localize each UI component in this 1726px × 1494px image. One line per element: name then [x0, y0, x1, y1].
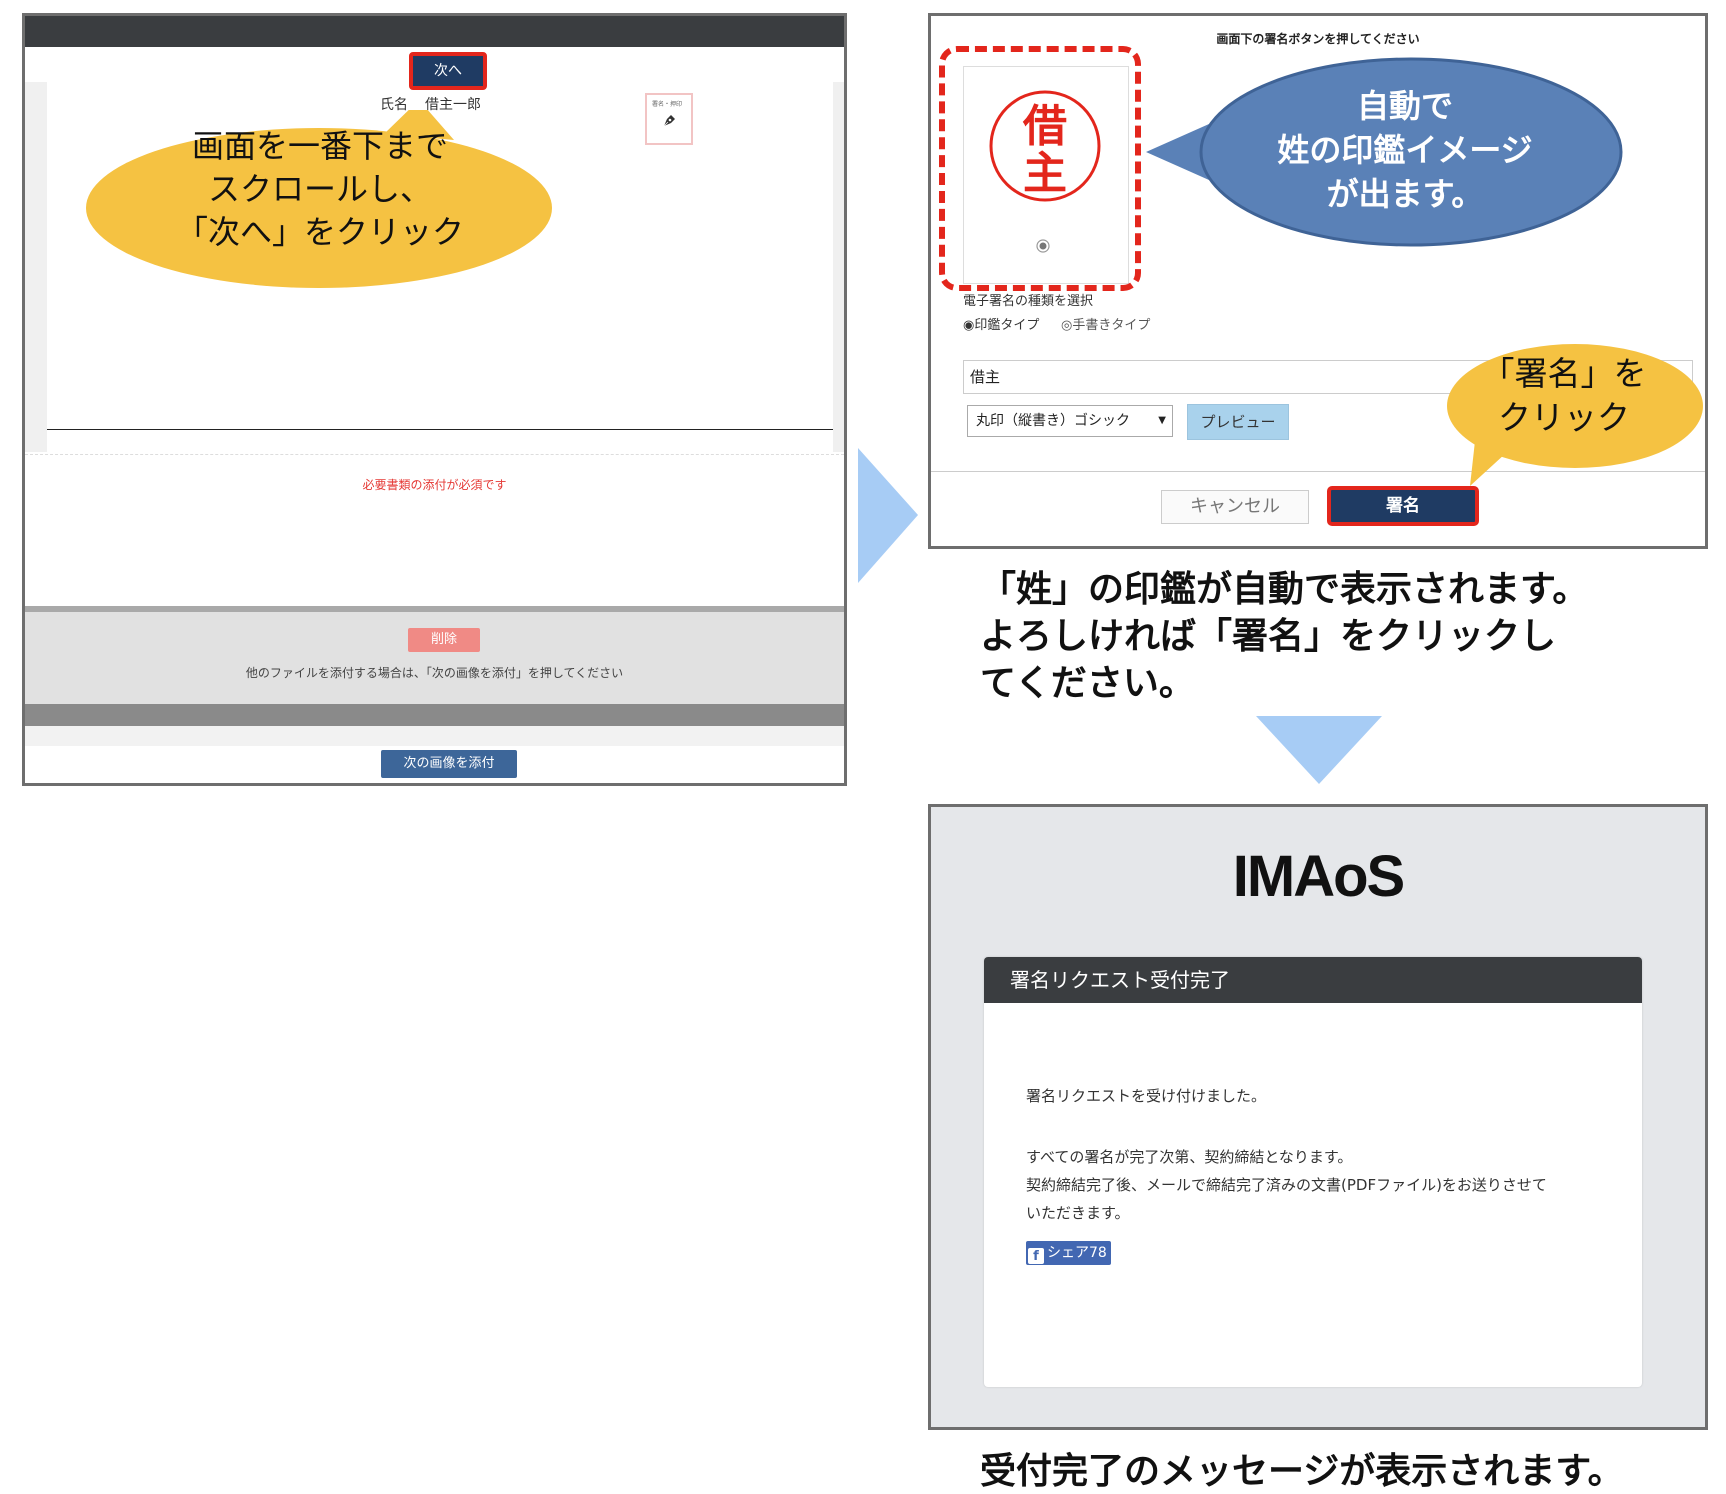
callout-line: 画面を一番下まで [191, 127, 448, 165]
stamp-highlight-frame [939, 46, 1141, 291]
callout-line: 自動で [1356, 87, 1453, 125]
left-margin [25, 82, 47, 452]
arrow-right-icon [858, 448, 918, 583]
callout-line: が出ます。 [1326, 175, 1484, 213]
sign-button[interactable]: 署名 [1327, 486, 1479, 526]
callout-line: クリック [1498, 398, 1630, 437]
dashed-divider [25, 454, 844, 455]
auto-stamp-callout-text: 自動で 姓の印鑑イメージ が出ます。 [1220, 84, 1590, 216]
attach-hint: 他のファイルを添付する場合は、「次の画像を添付」を押してください [245, 666, 624, 680]
facebook-share-button[interactable]: f シェア78 [1026, 1241, 1111, 1265]
signature-box[interactable]: 署名・押印 [645, 93, 693, 145]
click-sign-callout-text: 「署名」を クリック [1444, 352, 1684, 440]
dropdown-arrow-icon: ▼ [1158, 415, 1166, 426]
share-count: 78 [1089, 1245, 1107, 1261]
callout-line: 姓の印鑑イメージ [1277, 131, 1533, 169]
dialog-title: 画面下の署名ボタンを押してください [1216, 32, 1420, 46]
signature-box-label: 署名・押印 [652, 101, 683, 108]
pen-icon [663, 115, 675, 127]
stamp-font-select[interactable]: 丸印（縦書き）ゴシック ▼ [967, 405, 1173, 437]
stamp-type-option[interactable]: ◉印鑑タイプ [963, 314, 1039, 333]
callout-line: スクロールし、 [207, 170, 432, 208]
right-margin [833, 82, 844, 452]
card-title: 署名リクエスト受付完了 [984, 957, 1642, 1003]
attach-next-image-button[interactable]: 次の画像を添付 [381, 750, 517, 778]
message-line: 契約締結完了後、メールで締結完了済みの文書(PDFファイル)をお送りさせて [1026, 1176, 1547, 1194]
imaos-logo: IMAoS [1232, 844, 1405, 909]
contract-message: すべての署名が完了次第、契約締結となります。 契約締結完了後、メールで締結完了済… [1026, 1143, 1616, 1227]
message-line: すべての署名が完了次第、契約締結となります。 [1026, 1148, 1353, 1166]
message-line: いただきます。 [1026, 1204, 1130, 1222]
scroll-instruction-text: 画面を一番下まで スクロールし、 「次へ」をクリック [140, 125, 500, 254]
section-spacer [25, 726, 844, 746]
stamp-caption: 「姓」の印鑑が自動で表示されます。 よろしければ「署名」をクリックし てください… [980, 566, 1700, 707]
section-separator-dark [25, 704, 844, 726]
completion-screen-panel: IMAoS 署名リクエスト受付完了 署名リクエストを受け付けました。 すべての署… [928, 804, 1708, 1430]
top-bar [25, 16, 844, 47]
signature-type-label: 電子署名の種類を選択 [963, 294, 1094, 309]
caption-line: てください。 [980, 663, 1195, 704]
delete-button[interactable]: 削除 [408, 628, 480, 652]
received-message: 署名リクエストを受け付けました。 [1026, 1087, 1267, 1105]
facebook-icon: f [1028, 1248, 1044, 1264]
preview-button[interactable]: プレビュー [1187, 404, 1289, 440]
completion-card: 署名リクエスト受付完了 署名リクエストを受け付けました。 すべての署名が完了次第… [984, 957, 1642, 1387]
next-button[interactable]: 次へ [409, 52, 487, 90]
callout-line: 「署名」を [1481, 354, 1647, 393]
signature-line [47, 429, 833, 430]
arrow-down-icon [1256, 716, 1382, 784]
caption-line: よろしければ「署名」をクリックし [980, 616, 1557, 657]
cancel-button[interactable]: キャンセル [1161, 490, 1309, 524]
caption-line: 「姓」の印鑑が自動で表示されます。 [980, 569, 1589, 610]
stamp-font-value: 丸印（縦書き）ゴシック [976, 413, 1130, 429]
share-label: シェア [1047, 1245, 1089, 1261]
required-attachment-warning: 必要書類の添付が必須です [362, 478, 507, 492]
handwritten-type-option[interactable]: ◎手書きタイプ [1061, 314, 1150, 333]
callout-line: 「次へ」をクリック [175, 213, 464, 251]
attachment-section [25, 612, 844, 704]
completion-caption: 受付完了のメッセージが表示されます。 [980, 1451, 1624, 1492]
